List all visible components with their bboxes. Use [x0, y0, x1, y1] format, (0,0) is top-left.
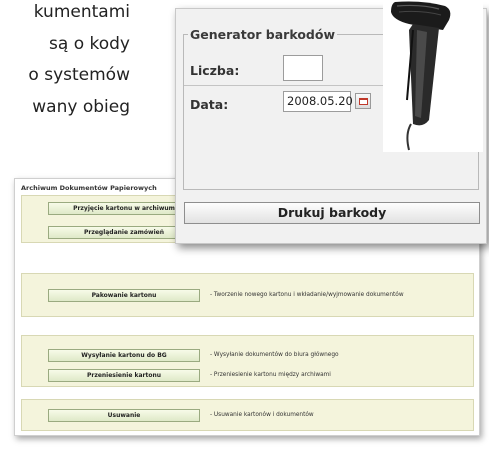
- count-label: Liczba:: [190, 63, 240, 78]
- barcode-scanner-image: [383, 0, 483, 152]
- generator-title: Generator barkodów: [188, 27, 337, 42]
- delete-button[interactable]: Usuwanie: [48, 409, 200, 422]
- menu-panel-transfer: Wysyłanie kartonu do BG - Wysyłanie doku…: [21, 335, 474, 387]
- move-box-description: - Przeniesienie kartonu między archiwami: [210, 372, 331, 378]
- article-line: wany obieg: [32, 97, 130, 117]
- date-label: Data:: [190, 97, 229, 112]
- pack-box-button[interactable]: Pakowanie kartonu: [48, 289, 200, 302]
- article-line: są o kody: [49, 34, 130, 54]
- pack-box-description: - Tworzenie nowego kartonu i wkładanie/w…: [210, 292, 404, 298]
- move-box-button[interactable]: Przeniesienie kartonu: [48, 369, 200, 382]
- delete-description: - Usuwanie kartonów i dokumentów: [210, 412, 314, 418]
- barcode-scanner-icon: [391, 1, 451, 151]
- date-input[interactable]: 2008.05.20: [283, 91, 353, 112]
- menu-panel-pack: Pakowanie kartonu - Tworzenie nowego kar…: [21, 273, 474, 317]
- archive-window-title: Archiwum Dokumentów Papierowych: [21, 184, 157, 192]
- calendar-button[interactable]: [355, 93, 371, 109]
- count-input[interactable]: [283, 55, 323, 81]
- send-box-description: - Wysyłanie dokumentów do biura głównego: [210, 352, 339, 358]
- send-box-button[interactable]: Wysyłanie kartonu do BG: [48, 349, 200, 362]
- print-barcodes-button[interactable]: Drukuj barkody: [184, 202, 480, 224]
- menu-panel-delete: Usuwanie - Usuwanie kartonów i dokumentó…: [21, 399, 474, 431]
- article-line: kumentami: [33, 2, 130, 22]
- article-line: o systemów: [28, 65, 130, 85]
- calendar-icon: [359, 98, 368, 105]
